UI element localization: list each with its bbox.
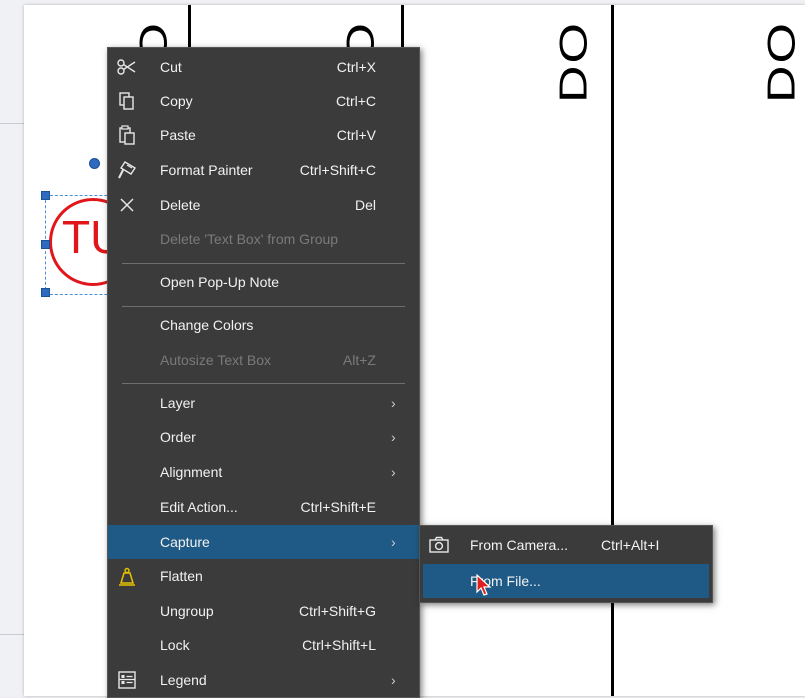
menu-item-label: Capture [160, 534, 210, 550]
menu-separator [122, 263, 405, 264]
menu-item-shortcut: Ctrl+Shift+G [298, 603, 376, 619]
menu-item-paste[interactable]: Paste Ctrl+V [108, 118, 419, 152]
menu-item-label: Cut [160, 59, 182, 75]
submenu-item-from-camera[interactable]: From Camera... Ctrl+Alt+I [420, 528, 712, 562]
submenu-item-label: From Camera... [470, 537, 569, 553]
menu-item-label: Flatten [160, 568, 203, 584]
submenu-item-from-file[interactable]: From File... [423, 564, 709, 598]
menu-item-shortcut: Ctrl+C [335, 93, 376, 109]
chevron-right-icon: › [391, 464, 396, 480]
menu-item-capture[interactable]: Capture › [108, 525, 419, 559]
menu-item-autosize-text-box: Autosize Text Box Alt+Z [108, 343, 419, 377]
chevron-right-icon: › [391, 395, 396, 411]
menu-item-label: Autosize Text Box [160, 352, 272, 368]
menu-item-delete[interactable]: Delete Del [108, 188, 419, 222]
column-header-label: DO [759, 21, 804, 103]
menu-item-label: Change Colors [160, 317, 254, 333]
menu-separator [122, 306, 405, 307]
menu-item-label: Copy [160, 93, 193, 109]
menu-item-shortcut: Del [354, 197, 376, 213]
menu-item-label: Ungroup [160, 603, 214, 619]
menu-item-shortcut: Ctrl+Shift+C [299, 162, 376, 178]
menu-item-shortcut: Ctrl+X [336, 59, 376, 75]
menu-item-alignment[interactable]: Alignment › [108, 455, 419, 489]
legend-icon [115, 669, 139, 691]
paste-icon [115, 124, 139, 146]
menu-item-label: Alignment [160, 464, 223, 480]
menu-item-delete-from-group: Delete 'Text Box' from Group [108, 222, 419, 256]
copy-icon [115, 90, 139, 112]
delete-x-icon [115, 194, 139, 216]
format-painter-icon [115, 159, 139, 181]
submenu-item-shortcut: Ctrl+Alt+I [601, 537, 660, 553]
menu-item-change-colors[interactable]: Change Colors [108, 308, 419, 342]
flatten-weight-icon [115, 565, 139, 587]
menu-item-copy[interactable]: Copy Ctrl+C [108, 84, 419, 118]
menu-item-format-painter[interactable]: Format Painter Ctrl+Shift+C [108, 153, 419, 187]
menu-separator [122, 383, 405, 384]
menu-item-label: Format Painter [160, 162, 253, 178]
menu-item-label: Delete 'Text Box' from Group [160, 231, 339, 247]
menu-item-label: Paste [160, 127, 196, 143]
menu-item-ungroup[interactable]: Ungroup Ctrl+Shift+G [108, 594, 419, 628]
resize-handle-middle-left[interactable] [41, 240, 50, 249]
context-menu: Cut Ctrl+X Copy Ctrl+C Paste Ctrl+V Form… [107, 47, 420, 698]
chevron-right-icon: › [391, 534, 396, 550]
menu-item-lock[interactable]: Lock Ctrl+Shift+L [108, 628, 419, 662]
menu-item-label: Delete [160, 197, 201, 213]
menu-item-label: Lock [160, 637, 190, 653]
camera-icon [427, 534, 451, 556]
mouse-pointer-icon [476, 573, 492, 603]
menu-item-label: Open Pop-Up Note [160, 274, 280, 290]
menu-item-open-popup-note[interactable]: Open Pop-Up Note [108, 265, 419, 299]
menu-item-shortcut: Alt+Z [342, 352, 376, 368]
menu-item-cut[interactable]: Cut Ctrl+X [108, 50, 419, 84]
menu-item-flatten[interactable]: Flatten [108, 559, 419, 593]
menu-item-legend[interactable]: Legend › [108, 663, 419, 697]
resize-handle-top-left[interactable] [41, 191, 50, 200]
menu-item-order[interactable]: Order › [108, 420, 419, 454]
capture-submenu: From Camera... Ctrl+Alt+I From File... [419, 525, 713, 603]
chevron-right-icon: › [391, 672, 396, 688]
menu-item-shortcut: Ctrl+Shift+E [300, 499, 376, 515]
menu-item-edit-action[interactable]: Edit Action... Ctrl+Shift+E [108, 490, 419, 524]
chevron-right-icon: › [391, 429, 396, 445]
menu-item-label: Order [160, 429, 196, 445]
page-separator [0, 123, 24, 124]
resize-handle-bottom-left[interactable] [41, 288, 50, 297]
menu-item-shortcut: Ctrl+Shift+L [302, 637, 376, 653]
menu-item-label: Edit Action... [160, 499, 238, 515]
menu-item-layer[interactable]: Layer › [108, 386, 419, 420]
column-header-label: DO [551, 21, 596, 103]
page-separator [0, 634, 24, 635]
scissors-icon [115, 56, 139, 78]
menu-item-label: Legend [160, 672, 207, 688]
menu-item-label: Layer [160, 395, 196, 411]
rotation-handle[interactable] [89, 158, 100, 169]
menu-item-shortcut: Ctrl+V [336, 127, 376, 143]
